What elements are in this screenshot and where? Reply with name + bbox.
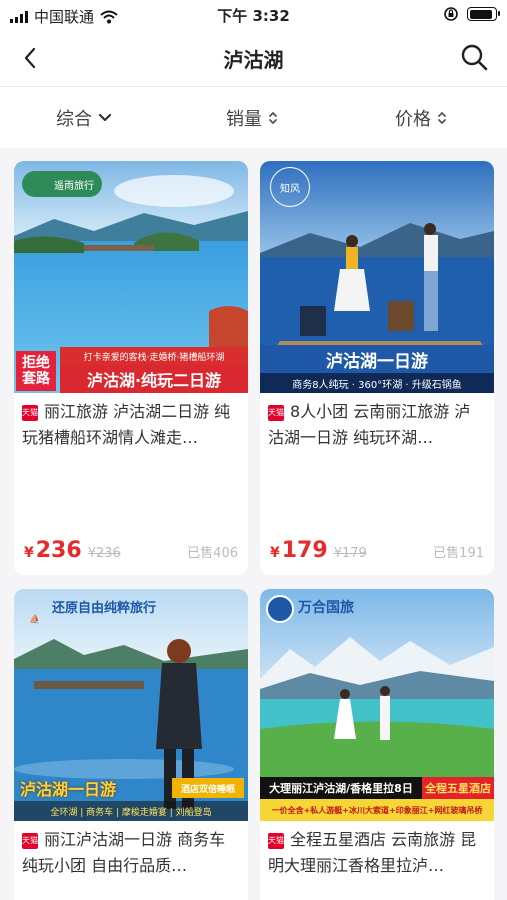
product-card[interactable]: 遥雨旅行 拒绝套路 打卡亲爱的客栈·走婚桥·猪槽船环湖 泸沽湖·纯玩二日游 天猫…	[14, 161, 248, 575]
image-subtitle: 全环湖 | 商务车 | 摩梭走婚宴 | 刘船登岛	[14, 801, 248, 821]
search-icon	[461, 44, 488, 71]
original-price: ¥179	[333, 546, 367, 561]
price: 179	[281, 538, 328, 563]
search-button[interactable]	[457, 40, 491, 74]
page-title: 泸沽湖	[223, 48, 284, 72]
sort-label: 销量	[226, 109, 262, 130]
image-tag: 酒店双倍睡眠	[172, 778, 244, 798]
sort-sales[interactable]: 销量	[226, 105, 278, 131]
sort-bar: 综合 销量 价格	[0, 86, 507, 148]
product-title[interactable]: 天猫 全程五星酒店 云南旅游 昆明大理丽江香格里拉泸…	[260, 821, 494, 881]
image-badge: 拒绝套路	[16, 351, 56, 391]
product-title-text: 丽江泸沽湖一日游 商务车纯玩小团 自由行品质…	[22, 830, 226, 875]
brand-logo-icon	[266, 595, 294, 623]
status-bar: 中国联通 下午 3:32	[0, 0, 507, 30]
sold-count: 已售191	[433, 546, 484, 561]
sort-label: 价格	[395, 109, 431, 130]
nav-bar: 泸沽湖	[0, 30, 507, 86]
sort-updown-icon	[269, 111, 277, 125]
price-row: ¥ 179 ¥179 已售191	[270, 538, 484, 563]
price: 236	[35, 538, 82, 563]
product-card[interactable]: ⛵ 还原自由纯粹旅行 泸沽湖一日游 酒店双倍睡眠 全环湖 | 商务车 | 摩梭走…	[14, 589, 248, 900]
status-time: 下午 3:32	[217, 7, 290, 25]
tmall-badge: 天猫	[268, 833, 284, 849]
brand-name: 万合国旅	[298, 600, 354, 616]
sort-price[interactable]: 价格	[395, 105, 447, 131]
product-title[interactable]: 天猫 丽江泸沽湖一日游 商务车纯玩小团 自由行品质…	[14, 821, 248, 881]
product-image: ⛵ 还原自由纯粹旅行 泸沽湖一日游 酒店双倍睡眠 全环湖 | 商务车 | 摩梭走…	[14, 589, 248, 821]
tmall-badge: 天猫	[22, 833, 38, 849]
product-title[interactable]: 天猫 丽江旅游 泸沽湖二日游 纯玩猪槽船环湖情人滩走…	[14, 393, 248, 453]
image-main-title: 泸沽湖·纯玩二日游	[60, 365, 248, 393]
product-image: 万合国旅 大理丽江泸沽湖/香格里拉8日 全程五星酒店 一价全含+私人游艇+冰川大…	[260, 589, 494, 821]
image-subtitle: 打卡亲爱的客栈·走婚桥·猪槽船环湖	[60, 347, 248, 365]
image-main-title: 泸沽湖一日游	[260, 345, 494, 373]
product-card[interactable]: 知风 泸沽湖一日游 商务8人纯玩 · 360°环湖 · 升级石锅鱼 天猫 8人小团…	[260, 161, 494, 575]
currency-symbol: ¥	[270, 545, 280, 561]
product-title[interactable]: 天猫 8人小团 云南丽江旅游 泸沽湖一日游 纯玩环湖…	[260, 393, 494, 453]
image-subtitle: 一价全含+私人游艇+冰川大索道+印象丽江+网红玻璃吊桥	[260, 799, 494, 821]
orientation-lock-icon	[444, 7, 458, 21]
sort-updown-icon	[438, 111, 446, 125]
tmall-badge: 天猫	[22, 405, 38, 421]
sort-comprehensive[interactable]: 综合	[56, 105, 112, 131]
brand-logo: 知风	[270, 167, 310, 207]
brand-slogan: 还原自由纯粹旅行	[52, 601, 157, 616]
chevron-down-icon	[98, 113, 112, 122]
original-price: ¥236	[87, 546, 121, 561]
image-main-title: 泸沽湖一日游	[20, 780, 117, 799]
product-image: 遥雨旅行 拒绝套路 打卡亲爱的客栈·走婚桥·猪槽船环湖 泸沽湖·纯玩二日游	[14, 161, 248, 393]
brand-logo: 遥雨旅行	[22, 171, 102, 197]
sort-label: 综合	[56, 109, 92, 130]
product-card[interactable]: 万合国旅 大理丽江泸沽湖/香格里拉8日 全程五星酒店 一价全含+私人游艇+冰川大…	[260, 589, 494, 900]
battery-icon	[467, 7, 500, 21]
currency-symbol: ¥	[24, 545, 34, 561]
product-title-text: 8人小团 云南丽江旅游 泸沽湖一日游 纯玩环湖…	[268, 402, 471, 447]
image-main-title: 大理丽江泸沽湖/香格里拉8日	[260, 777, 422, 799]
product-image: 知风 泸沽湖一日游 商务8人纯玩 · 360°环湖 · 升级石锅鱼	[260, 161, 494, 393]
product-title-text: 全程五星酒店 云南旅游 昆明大理丽江香格里拉泸…	[268, 830, 477, 875]
image-subtitle: 商务8人纯玩 · 360°环湖 · 升级石锅鱼	[260, 373, 494, 393]
price-row: ¥ 236 ¥236 已售406	[24, 538, 238, 563]
boat-logo-icon: ⛵	[29, 615, 41, 625]
tmall-badge: 天猫	[268, 405, 284, 421]
image-tag: 全程五星酒店	[422, 777, 494, 799]
product-title-text: 丽江旅游 泸沽湖二日游 纯玩猪槽船环湖情人滩走…	[22, 402, 231, 447]
sold-count: 已售406	[187, 546, 238, 561]
